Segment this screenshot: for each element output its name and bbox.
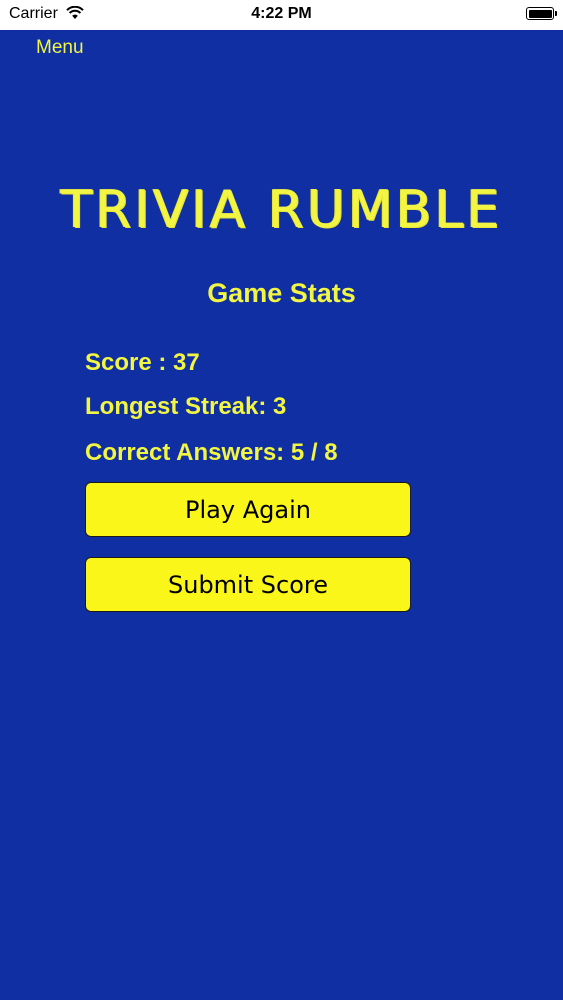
game-stats-heading: Game Stats [207, 278, 356, 308]
battery-icon [526, 7, 557, 20]
status-time: 4:22 PM [251, 5, 312, 22]
correct-answers-stat: Correct Answers: 5 / 8 [85, 439, 338, 466]
play-again-button[interactable]: Play Again [85, 482, 411, 537]
menu-button[interactable]: Menu [36, 37, 84, 59]
score-stat: Score : 37 [85, 349, 200, 376]
battery-level [528, 9, 552, 18]
submit-score-button[interactable]: Submit Score [85, 557, 411, 612]
status-bar: Carrier 4:22 PM [0, 0, 563, 30]
longest-streak-stat: Longest Streak: 3 [85, 393, 287, 420]
app-title: TRIVIA RUMBLE [60, 180, 503, 240]
